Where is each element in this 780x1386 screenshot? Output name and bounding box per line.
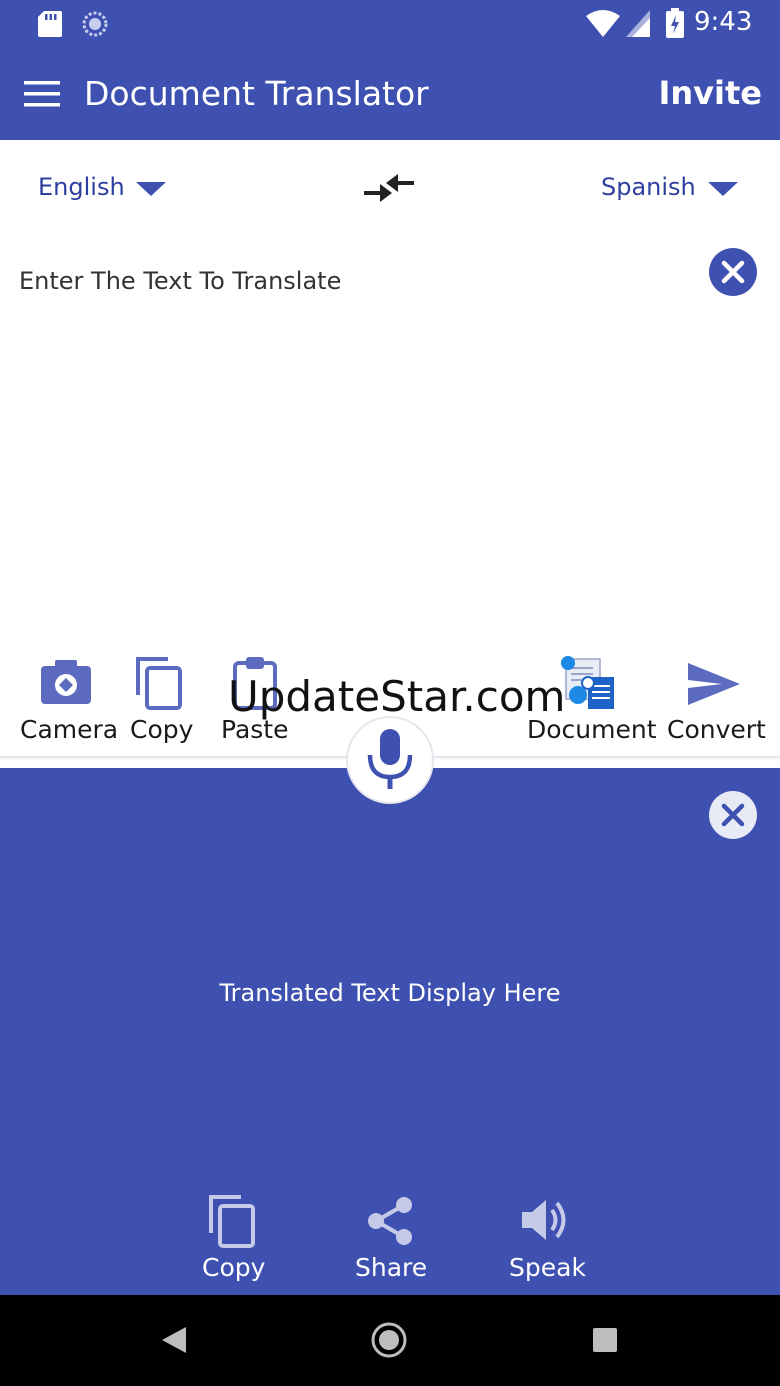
status-bar: 9:43 [0,0,780,48]
hamburger-menu-icon[interactable] [24,81,60,107]
microphone-button[interactable] [345,715,435,805]
cell-signal-icon [626,10,650,37]
status-time: 9:43 [694,7,753,37]
copy-icon[interactable] [134,655,184,711]
back-icon[interactable] [162,1327,188,1353]
clear-output-icon[interactable] [709,791,757,839]
source-language-dropdown[interactable]: English [38,173,125,201]
document-icon[interactable] [558,655,616,711]
convert-button-label[interactable]: Convert [667,715,766,744]
recents-icon[interactable] [593,1328,617,1352]
clear-input-icon[interactable] [709,248,757,296]
language-bar: English Spanish [0,140,780,235]
copy-input-button-label[interactable]: Copy [130,715,193,744]
share-icon[interactable] [366,1196,414,1246]
speaker-icon[interactable] [522,1198,570,1242]
speak-button-label[interactable]: Speak [509,1253,586,1282]
chevron-down-icon[interactable] [136,182,166,196]
share-button-label[interactable]: Share [355,1253,427,1282]
output-panel: Translated Text Display Here Copy Share … [0,768,780,1295]
home-icon[interactable] [370,1321,408,1359]
chevron-down-icon[interactable] [708,182,738,196]
system-navigation-bar [0,1295,780,1386]
camera-icon[interactable] [41,660,91,704]
translated-text-output: Translated Text Display Here [219,979,561,1007]
source-text-input[interactable]: Enter The Text To Translate [19,267,341,295]
sd-card-icon [38,11,62,37]
target-language-dropdown[interactable]: Spanish [601,173,696,201]
copy-output-button-label[interactable]: Copy [202,1253,265,1282]
app-bar: Document Translator Invite [0,48,780,140]
watermark: UpdateStar.com [228,672,566,721]
page-title: Document Translator [84,74,429,113]
camera-button-label[interactable]: Camera [20,715,118,744]
battery-icon [666,8,684,38]
swap-languages-icon[interactable] [364,170,414,206]
invite-button[interactable]: Invite [658,74,762,112]
sync-icon [82,11,108,37]
copy-icon[interactable] [207,1193,257,1249]
wifi-icon [586,10,620,37]
send-convert-icon[interactable] [688,663,740,705]
